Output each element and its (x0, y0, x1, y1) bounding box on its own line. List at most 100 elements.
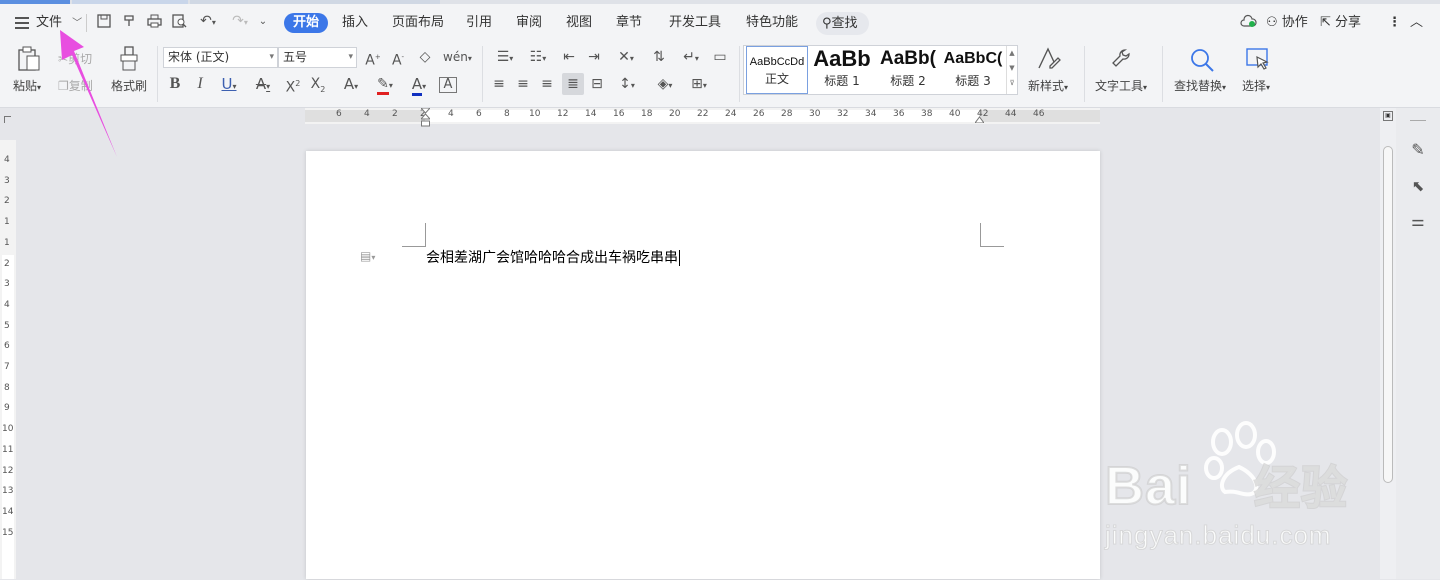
indent-marker[interactable] (419, 107, 432, 127)
text-effect-icon[interactable]: A▾ (338, 75, 364, 96)
ruler-tick-label: 8 (504, 109, 510, 119)
increase-font-size-icon[interactable]: A+ (364, 48, 382, 70)
style-heading-1[interactable]: AaBb 标题 1 (812, 46, 872, 94)
increase-indent-icon[interactable]: ⇥ (585, 48, 603, 66)
style-heading-2[interactable]: AaBb( 标题 2 (876, 46, 940, 94)
select-button[interactable]: 选择▾ (1242, 77, 1270, 94)
decrease-font-size-icon[interactable]: A- (389, 48, 407, 70)
align-justify-icon[interactable]: ≣ (562, 73, 584, 95)
tab-references[interactable]: 引用 (466, 13, 492, 33)
collapse-ribbon-icon[interactable]: ︿ (1410, 13, 1423, 33)
settings-sliders-icon[interactable]: ⚌ (1408, 212, 1428, 230)
paste-button[interactable]: 粘贴▾ (13, 77, 41, 94)
chinese-layout-icon[interactable]: ✕▾ (611, 48, 641, 68)
document-paragraph: 会相差湖广会馆哈哈哈合成出车祸吃串串 (426, 250, 678, 266)
collab-button[interactable]: ⚇ 协作 (1266, 13, 1308, 33)
borders-icon[interactable]: ⊞▾ (684, 75, 714, 95)
text-cursor (679, 250, 680, 266)
paragraph-mark-icon[interactable]: ↵▾ (676, 48, 706, 68)
distributed-align-icon[interactable]: ⊟ (588, 75, 606, 93)
ruler-tick-label: 14 (2, 506, 14, 517)
font-color-icon[interactable]: A▾ (405, 75, 433, 96)
phonetic-guide-icon[interactable]: wén▾ (443, 48, 472, 68)
numbered-list-icon[interactable]: ☷▾ (523, 48, 553, 68)
select-label: 选择 (1242, 79, 1267, 93)
format-painter-small-icon[interactable] (120, 14, 138, 33)
vertical-ruler[interactable]: 4 3 2 1 1 2 3 4 5 6 7 8 9 10 11 12 13 14 15 (0, 140, 16, 579)
bold-icon[interactable]: B (167, 75, 183, 93)
find-replace-button[interactable]: 查找替换▾ (1174, 77, 1226, 94)
share-button[interactable]: ⇱ 分享 (1320, 13, 1361, 33)
tab-developer[interactable]: 开发工具 (669, 13, 721, 33)
ruler-tick-label: 24 (725, 109, 737, 119)
undo-icon[interactable]: ↶▾ (196, 12, 220, 32)
print-icon[interactable] (145, 14, 163, 33)
clear-format-icon[interactable]: ◇ (416, 48, 434, 66)
horizontal-ruler[interactable]: 6 4 2 2 4 6 8 10 12 14 16 18 20 22 24 26 28 30 32 34 36 38 40 4… (305, 107, 1100, 127)
customize-toolbar-icon[interactable]: ⌄ (256, 13, 270, 31)
ruler-toggle-icon[interactable]: ▭ (710, 48, 730, 66)
ruler-tick-label: 10 (2, 424, 14, 435)
style-heading-3[interactable]: AaBbC( 标题 3 (941, 46, 1005, 94)
style-normal[interactable]: AaBbCcDd 正文 (746, 46, 808, 94)
shading-icon[interactable]: ◈▾ (650, 75, 680, 95)
strikethrough-icon[interactable]: A▾ (250, 75, 276, 96)
file-menu[interactable]: 文件 ﹀ (36, 13, 82, 33)
tab-page-layout[interactable]: 页面布局 (392, 13, 444, 33)
highlight-color-icon[interactable]: ✎▾ (371, 75, 399, 95)
tab-chapter[interactable]: 章节 (616, 13, 642, 33)
scissors-icon: ✂ (58, 52, 69, 66)
ruler-corner[interactable] (4, 116, 11, 123)
more-options-icon[interactable]: ⋮ (1388, 13, 1401, 33)
text-tools-button[interactable]: 文字工具▾ (1095, 77, 1147, 94)
tab-view[interactable]: 视图 (566, 13, 592, 33)
superscript-icon[interactable]: X2 (283, 75, 303, 97)
cloud-sync-icon[interactable] (1238, 14, 1258, 33)
copy-button[interactable]: ❐复制 (58, 77, 93, 94)
bullet-list-icon[interactable]: ☰▾ (490, 48, 520, 68)
align-left-icon[interactable]: ≡ (490, 75, 508, 93)
line-spacing-icon[interactable]: ↕▾ (612, 75, 642, 95)
underline-icon[interactable]: U▾ (215, 75, 243, 96)
cursor-select-icon[interactable]: ⬉ (1408, 177, 1428, 195)
ruler-tick-label: 10 (529, 109, 541, 119)
tab-home[interactable]: 开始 (284, 13, 329, 33)
ruler-tick-label: 6 (4, 341, 10, 352)
tab-insert[interactable]: 插入 (342, 13, 368, 33)
style-gallery-scroll[interactable]: ▲ ▼ ⊽ (1006, 46, 1017, 94)
print-preview-icon[interactable] (170, 14, 188, 33)
right-indent-marker[interactable] (974, 114, 985, 124)
ruler-tick-label: 2 (4, 258, 10, 269)
character-border-icon[interactable]: A (439, 77, 457, 93)
paste-icon[interactable] (17, 46, 41, 75)
cut-button[interactable]: ✂剪切 (58, 50, 92, 67)
subscript-icon[interactable]: X2 (308, 75, 328, 99)
font-name-select[interactable]: 宋体 (正文) ▾ (163, 47, 278, 68)
ruler-tick-label: 36 (893, 109, 905, 119)
italic-icon[interactable]: I (192, 75, 208, 93)
decrease-indent-icon[interactable]: ⇤ (560, 48, 578, 66)
redo-icon[interactable]: ↷▾ (228, 12, 252, 32)
find-replace-icon[interactable] (1189, 47, 1215, 76)
sort-icon[interactable]: ⇅ (650, 48, 668, 66)
wrench-icon[interactable] (1110, 47, 1134, 74)
font-size-select[interactable]: 五号 ▾ (278, 47, 357, 68)
document-body-text[interactable]: 会相差湖广会馆哈哈哈合成出车祸吃串串 (426, 247, 680, 267)
new-style-button[interactable]: 新样式▾ (1028, 77, 1068, 94)
save-icon[interactable] (95, 14, 113, 33)
person-icon: ⚇ (1266, 15, 1278, 30)
new-style-icon[interactable] (1036, 46, 1062, 75)
paragraph-handle-icon[interactable]: ▤▾ (360, 249, 375, 263)
document-page[interactable]: ▤▾ 会相差湖广会馆哈哈哈合成出车祸吃串串 (306, 151, 1100, 579)
tab-review[interactable]: 审阅 (516, 13, 542, 33)
align-right-icon[interactable]: ≡ (538, 75, 556, 93)
edit-pen-icon[interactable]: ✎ (1408, 141, 1428, 159)
hamburger-menu-icon[interactable] (15, 17, 29, 29)
format-painter-label[interactable]: 格式刷 (111, 77, 147, 94)
search-button[interactable]: ⚲查找 (816, 12, 869, 35)
align-center-icon[interactable]: ≡ (514, 75, 532, 93)
scrollbar-top-icon[interactable]: ▣ (1383, 111, 1393, 121)
tab-special-features[interactable]: 特色功能 (746, 13, 798, 33)
format-painter-icon[interactable] (118, 46, 140, 75)
select-icon[interactable] (1245, 47, 1271, 76)
